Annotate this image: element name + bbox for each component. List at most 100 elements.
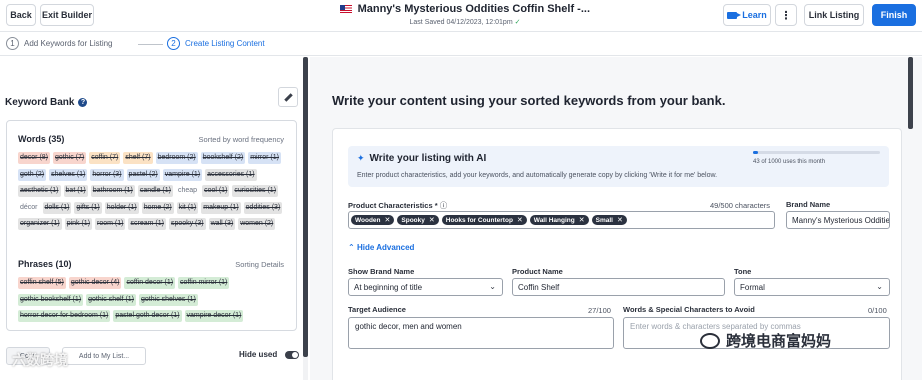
keyword-chip[interactable]: vampire (1): [162, 168, 203, 181]
keyword-list-box: Words (35) Sorted by word frequency deco…: [6, 120, 297, 331]
keyword-chip[interactable]: holder (1): [104, 201, 139, 214]
characteristic-tag: Wall Hanging ✕: [529, 215, 589, 225]
keyword-chip[interactable]: shelf (7): [123, 152, 153, 164]
keyword-chip[interactable]: wall (3): [208, 218, 236, 230]
remove-tag-icon[interactable]: ✕: [429, 216, 435, 224]
keyword-chip[interactable]: mirror (1): [248, 152, 281, 164]
brand-name-label: Brand Name: [786, 200, 831, 209]
listing-title-area: Manny's Mysterious Oddities Coffin Shelf…: [340, 3, 590, 26]
show-brand-name-label: Show Brand Name: [348, 267, 415, 276]
check-icon: ✓: [514, 19, 521, 26]
keyword-chip[interactable]: women (2): [238, 218, 276, 230]
more-options-button[interactable]: ⋮: [775, 4, 797, 26]
tag-label: Wall Hanging: [533, 216, 575, 224]
right-scrollbar[interactable]: [908, 57, 913, 129]
tone-value: Formal: [740, 282, 765, 292]
keyword-chip[interactable]: coffin mirror (1): [178, 277, 230, 289]
characteristic-tag: Hooks for Countertop ✕: [441, 215, 527, 225]
edit-keywords-button[interactable]: [278, 87, 298, 107]
remove-tag-icon[interactable]: ✕: [579, 216, 585, 224]
target-audience-counter: 27/100: [588, 306, 611, 315]
content-headline: Write your content using your sorted key…: [332, 93, 726, 108]
keyword-chip[interactable]: bedroom (2): [155, 152, 198, 164]
exit-builder-button[interactable]: Exit Builder: [40, 4, 94, 26]
keyword-chip[interactable]: gothic decor (4): [68, 277, 122, 289]
scrollbar-thumb[interactable]: [303, 57, 308, 357]
learn-button[interactable]: Learn: [723, 4, 771, 26]
keyword-chip[interactable]: organizer (1): [18, 218, 62, 230]
keyword-chip[interactable]: home (2): [141, 201, 174, 214]
back-button[interactable]: Back: [6, 4, 36, 26]
keyword-chip[interactable]: horror (3): [90, 168, 124, 181]
keyword-chip[interactable]: gothic (7): [53, 152, 87, 164]
keyword-chip[interactable]: gothic bookshelf (1): [18, 293, 84, 306]
keyword-chip[interactable]: coffin (7): [89, 152, 121, 164]
left-scrollbar[interactable]: [303, 57, 308, 380]
step-2[interactable]: 2 Create Listing Content: [167, 37, 265, 50]
hide-advanced-toggle[interactable]: ⌃ Hide Advanced: [348, 243, 414, 252]
product-characteristics-label: Product Characteristics *: [348, 201, 438, 210]
finish-button[interactable]: Finish: [872, 4, 916, 26]
sparkle-icon: ✦: [357, 153, 365, 163]
remove-tag-icon[interactable]: ✕: [617, 216, 623, 224]
keyword-chip[interactable]: horror decor for bedroom (1): [18, 310, 111, 322]
chevron-down-icon: ⌄: [489, 282, 496, 291]
keyword-chip[interactable]: pastel (2): [126, 168, 160, 181]
step-connector: [138, 44, 163, 45]
tone-label: Tone: [734, 267, 752, 276]
keyword-chip[interactable]: aesthetic (1): [18, 185, 61, 197]
keyword-chip[interactable]: coffin decor (1): [124, 277, 176, 289]
pencil-icon: [283, 92, 293, 102]
help-icon[interactable]: ?: [78, 98, 88, 107]
hide-used-toggle[interactable]: [285, 350, 300, 359]
remove-tag-icon[interactable]: ✕: [517, 216, 523, 224]
target-audience-input[interactable]: gothic decor, men and women: [348, 317, 614, 349]
keyword-chip[interactable]: decor (8): [18, 152, 51, 164]
tag-label: Spooky: [401, 216, 425, 224]
keyword-chip[interactable]: cool (1): [202, 185, 230, 197]
keyword-chip[interactable]: kit (1): [176, 201, 199, 214]
keyword-chip[interactable]: oddities (3): [243, 201, 283, 214]
keyword-chip[interactable]: goth (2): [18, 168, 47, 181]
chevron-up-icon: ⌃: [348, 243, 355, 252]
product-name-input[interactable]: Coffin Shelf: [512, 278, 725, 296]
keyword-chip[interactable]: dolls (1): [42, 201, 72, 214]
add-to-list-button[interactable]: Add to My List...: [62, 347, 146, 365]
keyword-chip[interactable]: décor: [18, 202, 40, 214]
keyword-chip[interactable]: accessories (1): [205, 168, 257, 181]
keyword-chip[interactable]: coffin shelf (5): [18, 277, 66, 289]
keyword-chip[interactable]: pastel goth decor (1): [113, 310, 182, 322]
keyword-chip[interactable]: gothic shelf (1): [86, 293, 137, 306]
keyword-chip[interactable]: gothic shelves (1): [139, 293, 198, 306]
remove-tag-icon[interactable]: ✕: [385, 216, 391, 224]
keyword-chip[interactable]: candle (1): [137, 185, 173, 197]
show-brand-name-select[interactable]: At beginning of title ⌄: [348, 278, 503, 296]
brand-name-input[interactable]: Manny's Mysterious Oddities: [786, 211, 890, 229]
info-icon[interactable]: ⓘ: [440, 201, 448, 210]
product-characteristics-input[interactable]: Wooden ✕ Spooky ✕ Hooks for Countertop ✕ Wall …: [348, 211, 775, 229]
keyword-chip[interactable]: vampire decor (1): [184, 310, 244, 322]
keyword-chip[interactable]: room (1): [95, 218, 126, 230]
words-sort-note: Sorted by word frequency: [198, 135, 284, 144]
keyword-chip[interactable]: bat (1): [63, 185, 88, 197]
keyword-chip[interactable]: curiosities (1): [232, 185, 279, 197]
learn-label: Learn: [742, 10, 767, 20]
link-listing-button[interactable]: Link Listing: [804, 4, 864, 26]
step-1[interactable]: 1 Add Keywords for Listing: [6, 37, 113, 50]
keyword-chip[interactable]: bathroom (1): [90, 185, 135, 197]
keyword-chip[interactable]: makeup (1): [201, 201, 241, 214]
keyword-bank-panel: Keyword Bank ? Words (35) Sorted by word…: [0, 57, 304, 380]
keyword-chip[interactable]: cheap: [176, 185, 199, 197]
phrases-title: Phrases (10): [18, 259, 72, 269]
step-label: Create Listing Content: [185, 39, 265, 48]
keyword-chip[interactable]: bookshelf (2): [200, 152, 246, 164]
tone-select[interactable]: Formal ⌄: [734, 278, 890, 296]
step-number: 2: [167, 37, 180, 50]
sorting-details-link[interactable]: Sorting Details: [235, 260, 284, 269]
keyword-chip[interactable]: shelves (1): [49, 168, 88, 181]
hide-used-label: Hide used: [239, 350, 278, 359]
keyword-chip[interactable]: pink (1): [64, 218, 93, 230]
keyword-chip[interactable]: scream (1): [128, 218, 166, 230]
keyword-chip[interactable]: spooky (3): [168, 218, 206, 230]
keyword-chip[interactable]: gifts (1): [74, 201, 102, 214]
